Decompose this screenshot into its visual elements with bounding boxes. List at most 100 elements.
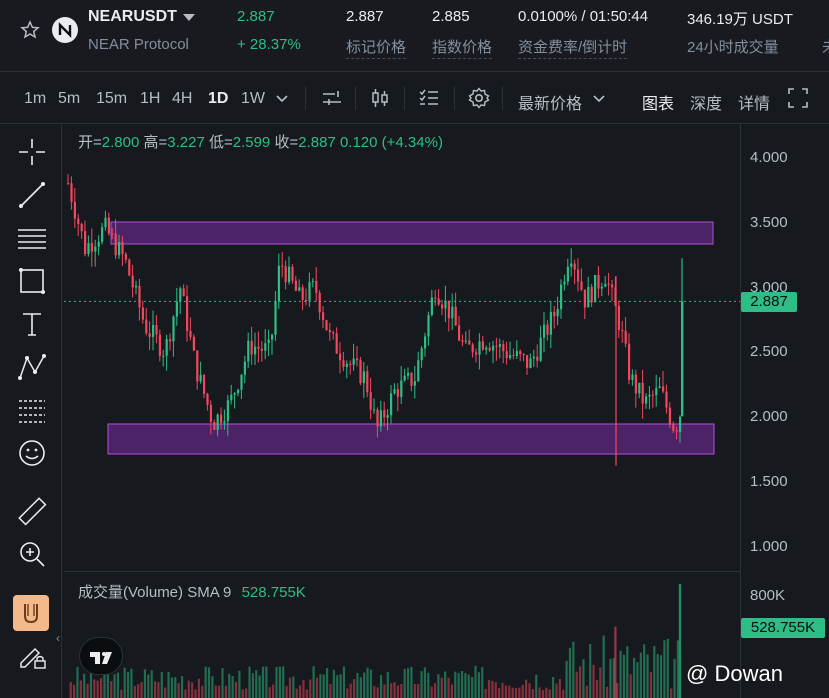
candle-body	[454, 306, 457, 326]
text-icon[interactable]	[15, 307, 49, 341]
candle-body	[352, 358, 355, 365]
volume-bar	[643, 644, 646, 698]
collapse-rail-icon[interactable]: ‹	[56, 631, 60, 645]
volume-bar	[349, 683, 352, 698]
candle-body	[515, 351, 518, 356]
candle-body	[203, 374, 206, 394]
candle-body	[410, 372, 413, 386]
volume-bar	[501, 682, 504, 698]
volume-bar	[174, 677, 177, 698]
volume-bar	[295, 688, 298, 698]
open-label: 开=	[78, 134, 102, 151]
asset-full-name: NEAR Protocol	[88, 36, 189, 53]
volume-bar	[484, 688, 487, 698]
indicators-icon[interactable]	[320, 86, 344, 110]
candlestick-chart[interactable]	[64, 124, 740, 570]
candle-body	[662, 386, 665, 392]
volume-bar	[218, 685, 221, 698]
toolbar-divider	[404, 86, 405, 110]
symbol-name[interactable]: NEARUSDT	[88, 8, 177, 26]
high-value: 3.227	[167, 134, 205, 151]
candle-body	[563, 281, 566, 285]
candle-body	[617, 305, 620, 331]
zoom-in-icon[interactable]	[15, 537, 49, 571]
candle-body	[621, 330, 624, 332]
rectangle-icon[interactable]	[15, 264, 49, 298]
price-tick: 2.000	[750, 408, 788, 425]
volume-bar	[265, 666, 268, 698]
volume-bar	[79, 680, 82, 698]
volume-bar	[99, 678, 103, 698]
volume-bar	[646, 654, 649, 698]
fullscreen-icon[interactable]	[786, 86, 810, 110]
horizontal-lines-icon[interactable]	[15, 221, 49, 255]
candle-body	[492, 345, 495, 351]
tradingview-logo[interactable]	[79, 637, 123, 675]
volume-bar	[137, 684, 140, 698]
candle-body	[230, 394, 233, 401]
price-type-select[interactable]: 最新价格	[518, 90, 582, 114]
volume-bar	[69, 681, 72, 698]
open-value: 2.800	[101, 134, 140, 151]
volume-bar	[231, 676, 234, 698]
emoji-icon[interactable]	[15, 436, 49, 470]
index-price-label[interactable]: 指数价格	[432, 36, 493, 59]
candle-body	[196, 350, 199, 382]
candle-body	[655, 387, 658, 396]
funding-rate-label[interactable]: 资金费率/倒计时	[518, 36, 628, 59]
crosshair-icon[interactable]	[15, 135, 49, 169]
candle-body	[291, 266, 294, 281]
candle-type-icon[interactable]	[368, 86, 392, 110]
checklist-icon[interactable]	[417, 86, 441, 110]
lock-draw-icon[interactable]	[15, 637, 49, 671]
candle-body	[424, 336, 427, 349]
trendline-icon[interactable]	[15, 178, 49, 212]
volume-bar	[494, 682, 497, 698]
volume-bar	[619, 650, 622, 698]
timeframe-15m[interactable]: 15m	[96, 90, 127, 108]
candle-body	[587, 286, 590, 308]
timeframe-1d[interactable]: 1D	[208, 90, 228, 108]
volume-bar	[525, 679, 528, 698]
volume-bar	[363, 672, 366, 698]
candle-body	[250, 340, 253, 355]
candle-body	[90, 243, 93, 252]
volume-bar	[379, 674, 383, 698]
mark-price-value: 2.887	[346, 8, 384, 25]
volume-bar	[653, 645, 656, 698]
candle-body	[475, 352, 478, 355]
timeframe-1h[interactable]: 1H	[140, 90, 160, 108]
timeframe-1m[interactable]: 1m	[24, 90, 46, 108]
volume-bar	[285, 686, 288, 698]
candle-body	[145, 319, 148, 334]
candle-body	[631, 374, 634, 380]
volume-bar	[427, 672, 430, 698]
ruler-icon[interactable]	[15, 494, 49, 528]
star-icon[interactable]	[20, 20, 40, 40]
tab-details[interactable]: 详情	[738, 90, 770, 114]
chevron-down-icon[interactable]	[591, 90, 607, 106]
candle-body	[498, 344, 501, 347]
chevron-down-icon[interactable]	[274, 90, 290, 106]
timeframe-4h[interactable]: 4H	[172, 90, 192, 108]
volume-bar	[373, 686, 376, 698]
candle-body	[628, 343, 631, 380]
volume-bar	[585, 685, 588, 698]
timeframe-1w[interactable]: 1W	[241, 90, 265, 108]
tab-chart[interactable]: 图表	[642, 90, 674, 114]
settings-icon[interactable]	[467, 86, 491, 110]
volume-bar	[157, 682, 160, 698]
chevron-down-icon[interactable]	[183, 14, 195, 21]
tab-depth[interactable]: 深度	[690, 90, 722, 114]
candle-body	[169, 339, 172, 342]
volume-bar	[73, 684, 76, 698]
fib-icon[interactable]	[15, 393, 49, 427]
price-tick: 1.500	[750, 473, 788, 490]
candle-body	[509, 355, 512, 359]
pattern-icon[interactable]	[15, 350, 49, 384]
magnet-tool[interactable]	[13, 595, 49, 631]
candle-body	[325, 320, 328, 331]
mark-price-label[interactable]: 标记价格	[346, 36, 407, 59]
timeframe-5m[interactable]: 5m	[58, 90, 80, 108]
candle-body	[369, 392, 372, 410]
